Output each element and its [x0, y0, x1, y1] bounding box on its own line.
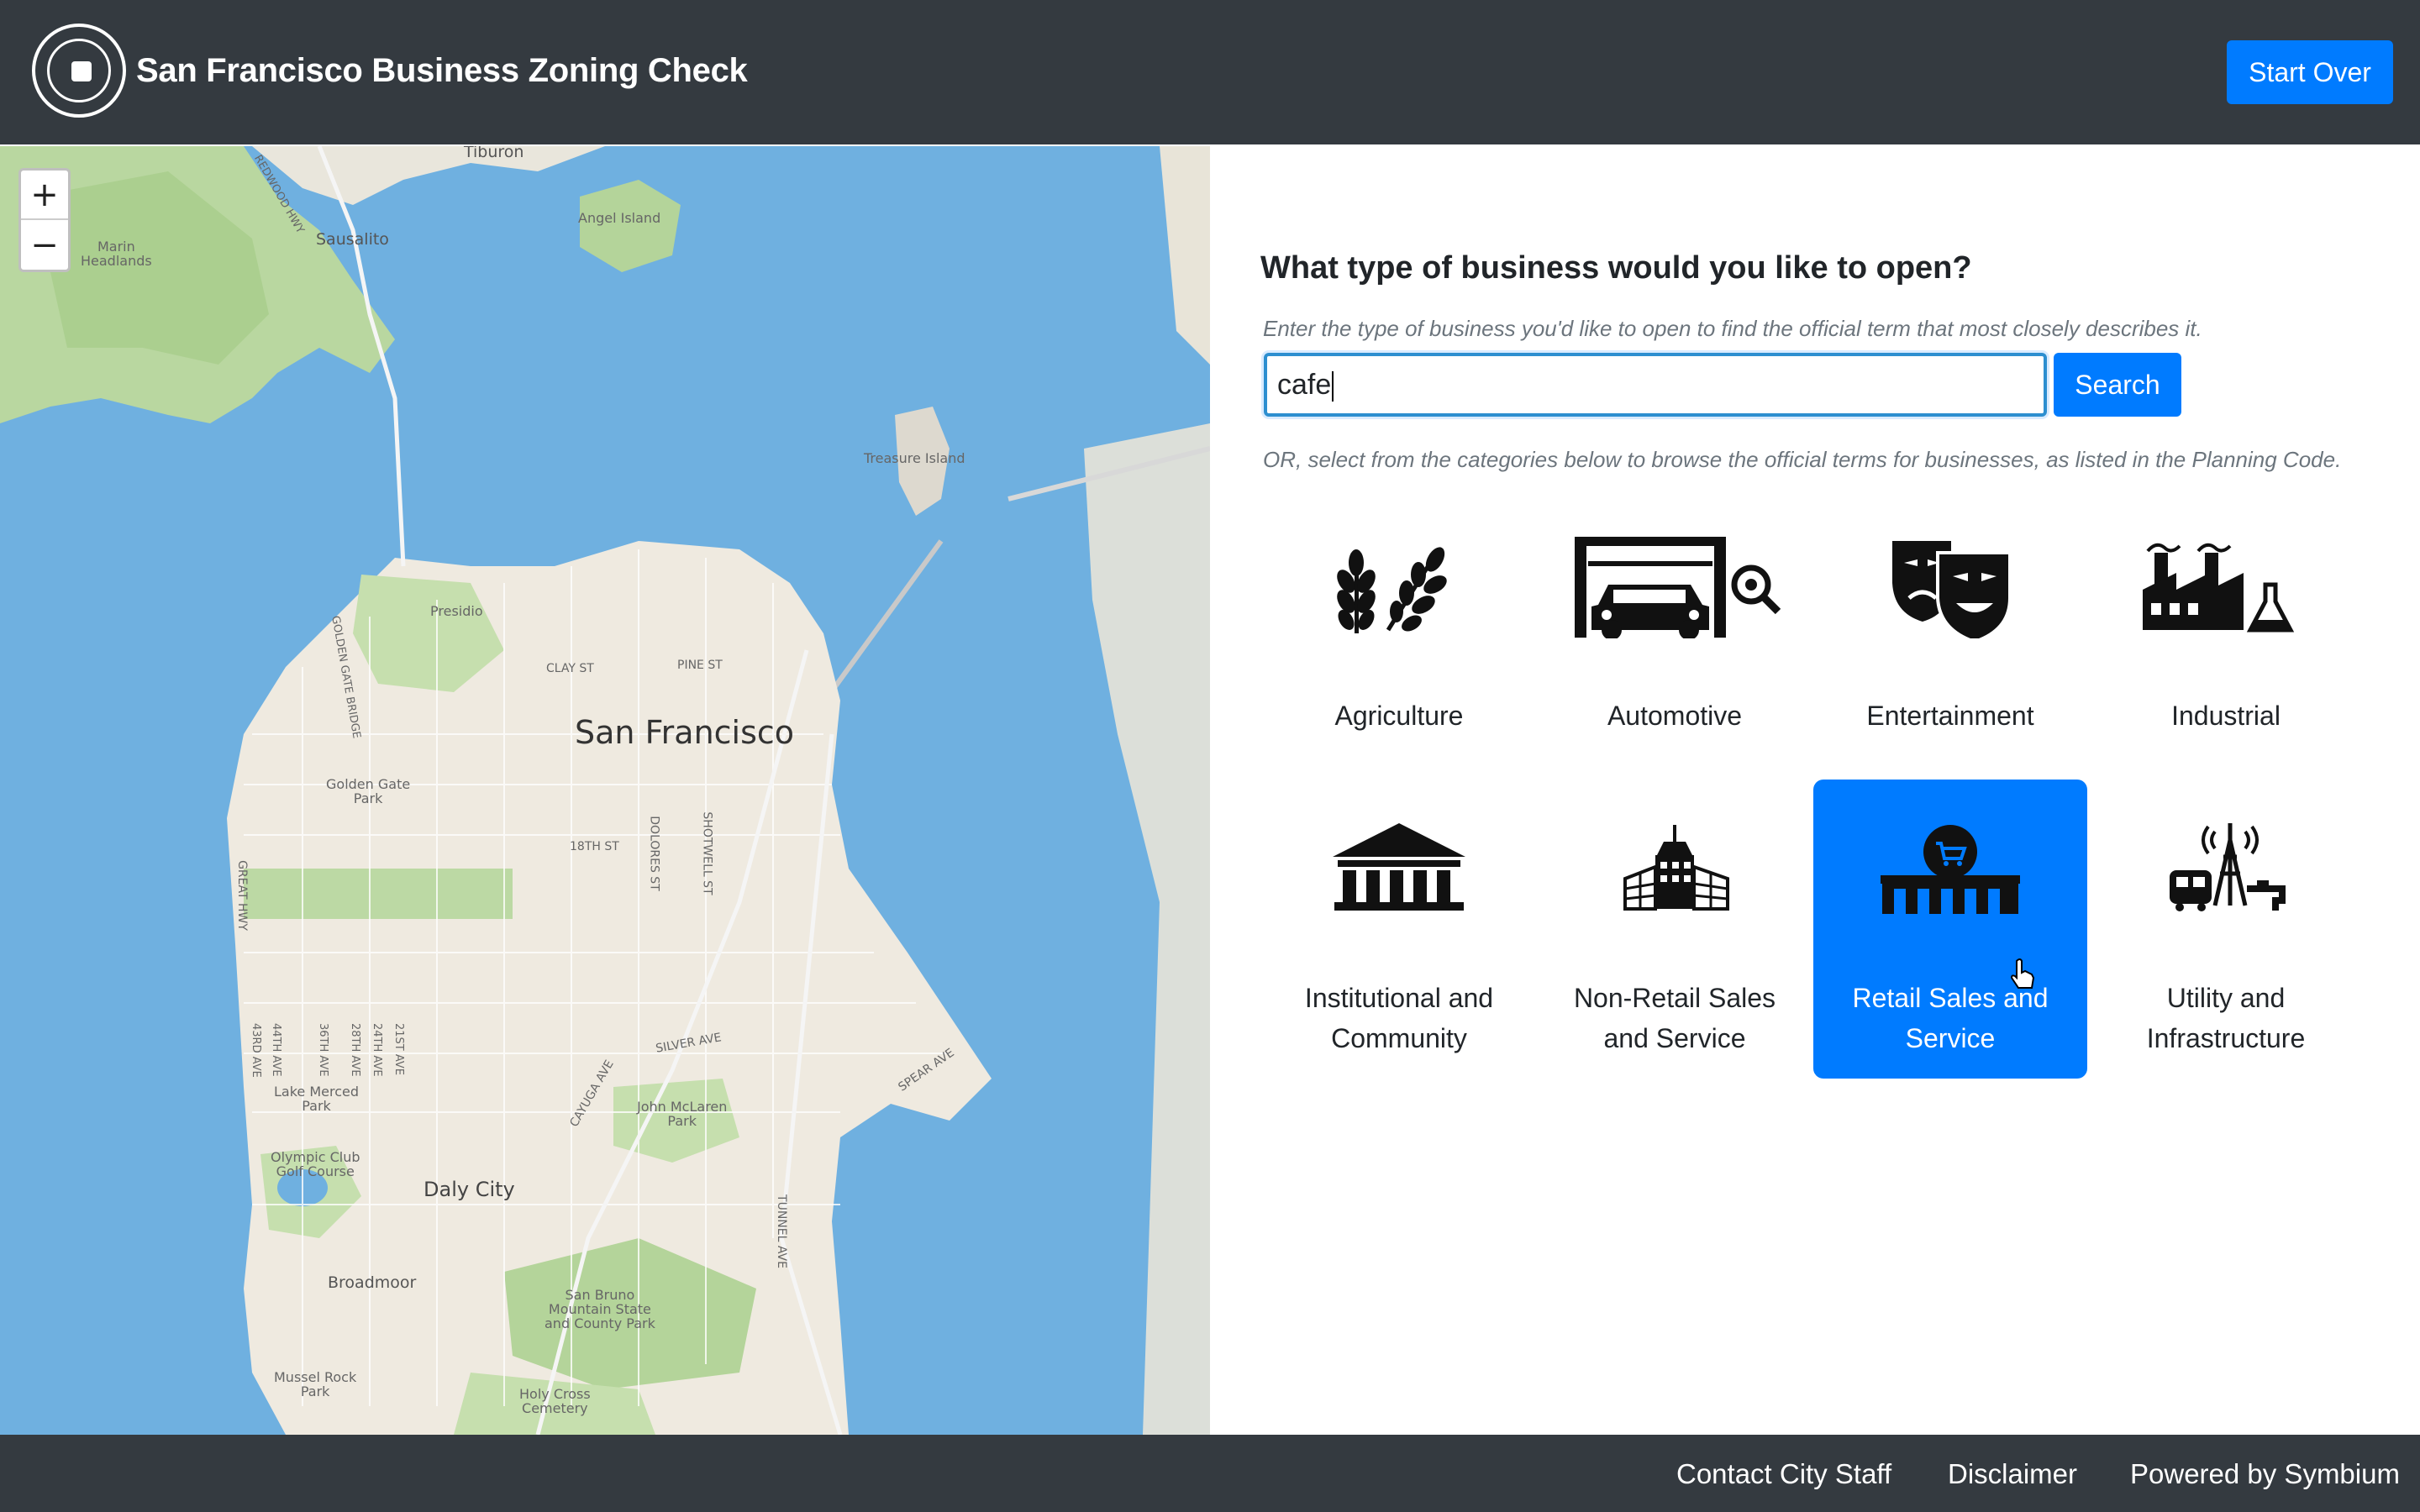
powered-by-symbium-link[interactable]: Powered by Symbium [2130, 1458, 2400, 1490]
map-label-pine-st: PINE ST [677, 659, 723, 672]
map-label-san-bruno: San Bruno Mountain State and County Park [544, 1287, 655, 1331]
utility-tower-icon [2170, 823, 2286, 911]
map-label-holy-cross: Holy Cross Cemetery [519, 1386, 591, 1416]
map-label-43rd-ave: 43RD AVE [250, 1023, 262, 1078]
zoom-control: + − [18, 168, 71, 272]
office-building-icon [1623, 825, 1729, 911]
app-header: San Francisco Business Zoning Check Star… [0, 0, 2420, 144]
search-hint: Enter the type of business you'd like to… [1263, 316, 2202, 341]
map-label-24th-ave: 24TH AVE [371, 1023, 383, 1077]
app-footer: Contact City Staff Disclaimer Powered by… [0, 1435, 2420, 1512]
app-title: San Francisco Business Zoning Check [136, 52, 748, 89]
map-label-tiburon: Tiburon [464, 146, 524, 161]
map-label-36th-ave: 36TH AVE [317, 1023, 329, 1077]
map-label-broadmoor: Broadmoor [328, 1273, 417, 1292]
map-label-sausalito: Sausalito [316, 230, 389, 249]
page-title: What type of business would you like to … [1260, 250, 1972, 286]
category-retail-selected[interactable]: Retail Sales and Service [1813, 780, 2087, 1079]
start-over-button[interactable]: Start Over [2227, 40, 2393, 104]
category-label: Institutional and Community [1304, 983, 1494, 1053]
category-label: Entertainment [1866, 701, 2034, 731]
category-label: Non-Retail Sales and Service [1573, 983, 1776, 1053]
category-institutional[interactable]: Institutional and Community [1262, 780, 1536, 1079]
map-label-daly-city: Daly City [424, 1178, 515, 1201]
category-label: Agriculture [1334, 701, 1464, 731]
search-input-value: cafe [1277, 369, 1332, 401]
map-label-san-francisco: San Francisco [575, 714, 795, 751]
map-label-28th-ave: 28TH AVE [349, 1023, 361, 1077]
category-industrial[interactable]: Industrial [2089, 504, 2363, 731]
storefront-cart-icon [1881, 825, 2020, 914]
category-entertainment[interactable]: Entertainment [1813, 504, 2087, 731]
category-label: Retail Sales and Service [1852, 983, 2049, 1053]
map-label-shotwell-st: SHOTWELL ST [700, 811, 714, 895]
city-seal-logo [32, 24, 126, 118]
category-automotive[interactable]: Automotive [1538, 504, 1812, 731]
factory-icon [2143, 543, 2295, 633]
contact-city-staff-link[interactable]: Contact City Staff [1676, 1458, 1891, 1490]
disclaimer-link[interactable]: Disclaimer [1948, 1458, 2077, 1490]
zoom-out-button[interactable]: − [21, 221, 68, 270]
wheat-icon [1337, 547, 1447, 633]
theater-masks-icon [1892, 541, 2012, 638]
map-label-mussel-rock: Mussel Rock Park [274, 1369, 357, 1399]
map-label-clay-st: CLAY ST [546, 662, 594, 675]
map-label-44th-ave: 44TH AVE [270, 1023, 282, 1077]
search-button[interactable]: Search [2054, 353, 2181, 417]
map-view[interactable]: + − Tiburon Sausalito Marin Headlands An… [0, 146, 1210, 1435]
browse-hint: OR, select from the categories below to … [1263, 447, 2342, 472]
map-label-21st-ave: 21ST AVE [392, 1023, 405, 1076]
map-label-john-mclaren: John McLaren Park [637, 1099, 728, 1129]
category-label: Industrial [2171, 701, 2281, 731]
institution-icon [1333, 823, 1465, 911]
search-input[interactable]: cafe [1264, 353, 2047, 417]
map-label-treasure-island: Treasure Island [864, 450, 965, 466]
category-label: Utility and Infrastructure [2146, 983, 2306, 1053]
map-label-lake-merced: Lake Merced Park [274, 1084, 360, 1114]
map-label-tunnel-ave: TUNNEL AVE [774, 1194, 788, 1268]
map-label-18th-st: 18TH ST [570, 840, 619, 853]
category-label: Automotive [1607, 701, 1743, 731]
hand-cursor-icon [2010, 958, 2035, 989]
category-agriculture[interactable]: Agriculture [1262, 504, 1536, 731]
category-utility[interactable]: Utility and Infrastructure [2089, 780, 2363, 1079]
map-label-presidio: Presidio [430, 603, 483, 619]
category-non-retail[interactable]: Non-Retail Sales and Service [1538, 780, 1812, 1079]
car-garage-icon [1575, 537, 1781, 638]
map-tiles [0, 146, 1210, 1435]
zoom-in-button[interactable]: + [21, 171, 68, 220]
map-label-golden-gate-park: Golden Gate Park [326, 776, 411, 806]
map-label-olympic-club: Olympic Club Golf Course [271, 1149, 360, 1179]
map-label-dolores-st: DOLORES ST [647, 816, 661, 891]
text-caret [1332, 371, 1334, 402]
map-label-marin-headlands: Marin Headlands [81, 239, 152, 269]
map-label-great-hwy: GREAT HWY [234, 860, 249, 931]
map-label-angel-island: Angel Island [578, 210, 661, 226]
